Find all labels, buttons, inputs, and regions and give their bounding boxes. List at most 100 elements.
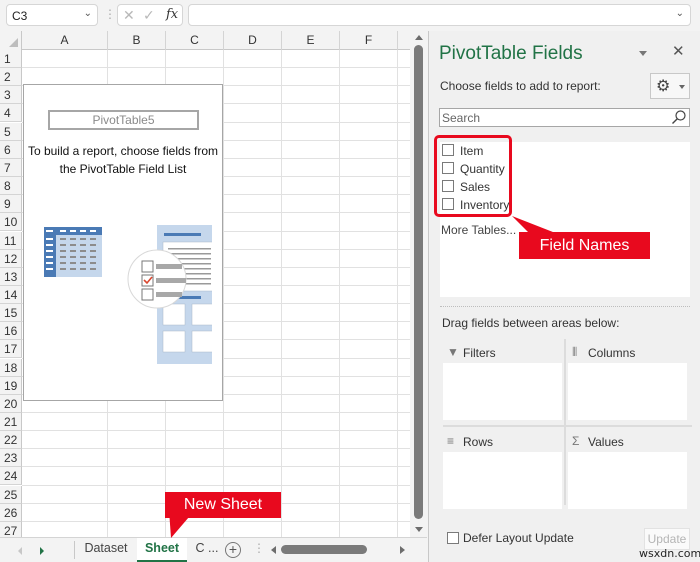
scroll-right-icon[interactable] xyxy=(400,546,405,554)
row-header[interactable]: 10 xyxy=(0,213,22,232)
row-header[interactable]: 14 xyxy=(0,285,22,304)
add-sheet-icon[interactable]: + xyxy=(225,542,241,558)
enter-check-icon[interactable]: ✓ xyxy=(143,7,155,24)
row-header[interactable]: 4 xyxy=(0,104,22,123)
gridline xyxy=(22,448,410,450)
row-header[interactable]: 24 xyxy=(0,467,22,486)
gridline xyxy=(397,50,398,537)
gridline xyxy=(223,50,224,537)
gridline xyxy=(22,484,410,486)
gridline xyxy=(22,430,410,432)
search-icon[interactable] xyxy=(671,109,687,125)
pivottable-fields-pane: PivotTable Fields ✕ Choose fields to add… xyxy=(428,31,700,562)
columns-drop-zone[interactable] xyxy=(568,363,687,420)
name-box[interactable]: C3 ⌄ xyxy=(6,4,98,26)
new-sheet-callout: New Sheet xyxy=(165,492,281,518)
insert-function-icon[interactable]: fx xyxy=(166,7,178,22)
divider xyxy=(440,306,690,307)
column-header[interactable]: A xyxy=(22,31,108,50)
formula-bar: C3 ⌄ ⋮ ✕ ✓ fx ⌄ xyxy=(0,0,700,31)
row-header[interactable]: 8 xyxy=(0,177,22,196)
horizontal-scroll-thumb[interactable] xyxy=(281,545,367,554)
rows-label: Rows xyxy=(463,435,494,449)
table-illustration-icon xyxy=(44,227,102,277)
row-header[interactable]: 15 xyxy=(0,304,22,323)
pivot-table-placeholder[interactable]: PivotTable5 To build a report, choose fi… xyxy=(23,84,223,401)
select-all-button[interactable] xyxy=(0,31,22,50)
cancel-icon[interactable]: ✕ xyxy=(123,7,135,24)
gridline xyxy=(22,67,410,69)
row-header[interactable]: 6 xyxy=(0,140,22,159)
vertical-scroll-thumb[interactable] xyxy=(414,45,423,519)
drag-fields-label: Drag fields between areas below: xyxy=(442,316,620,330)
scroll-up-icon[interactable] xyxy=(415,35,423,40)
gridline xyxy=(22,412,410,413)
excel-window: C3 ⌄ ⋮ ✕ ✓ fx ⌄ ABCDEF 1 2 3 4 5 6 7 8 9 10 11 12 13… xyxy=(0,0,700,562)
row-header[interactable]: 3 xyxy=(0,86,22,105)
field-names-highlight xyxy=(434,135,512,217)
column-header[interactable]: E xyxy=(282,31,340,50)
row-header[interactable]: 25 xyxy=(0,485,22,504)
chevron-down-icon[interactable]: ⌄ xyxy=(84,8,92,19)
row-header[interactable]: 21 xyxy=(0,413,22,431)
column-headers: ABCDEF xyxy=(0,31,410,50)
defer-checkbox[interactable] xyxy=(447,532,459,544)
name-box-value: C3 xyxy=(12,9,28,23)
pivot-instruction: To build a report, choose fields from th… xyxy=(24,142,222,178)
row-header[interactable]: 20 xyxy=(0,394,22,413)
pane-options-dropdown-icon[interactable] xyxy=(639,51,647,56)
row-header[interactable]: 17 xyxy=(0,340,22,359)
close-icon[interactable]: ✕ xyxy=(672,42,685,60)
formula-bar-grip-icon: ⋮ xyxy=(104,7,116,21)
select-all-icon xyxy=(9,38,18,47)
checklist-magnifier-icon xyxy=(127,249,187,309)
row-header[interactable]: 9 xyxy=(0,195,22,214)
watermark: wsxdn.com xyxy=(639,547,700,560)
pivot-table-name: PivotTable5 xyxy=(48,110,199,130)
sheet-tab-overflow[interactable]: C ... xyxy=(192,538,222,562)
column-header[interactable]: B xyxy=(108,31,166,50)
more-tables-link[interactable]: More Tables... xyxy=(441,223,516,237)
search-input[interactable]: Search xyxy=(439,108,690,127)
sheet-tab-sheet[interactable]: Sheet xyxy=(137,538,187,562)
gridline xyxy=(281,50,282,537)
row-header[interactable]: 18 xyxy=(0,358,22,377)
row-header[interactable]: 5 xyxy=(0,122,22,141)
sigma-icon: Σ xyxy=(572,434,580,448)
area-divider-vertical xyxy=(564,339,566,505)
previous-sheet-icon[interactable] xyxy=(18,547,22,555)
next-sheet-icon[interactable] xyxy=(40,547,44,555)
sheet-tab-dataset[interactable]: Dataset xyxy=(76,538,136,562)
row-header[interactable]: 12 xyxy=(0,249,22,268)
values-drop-zone[interactable] xyxy=(568,452,687,509)
chevron-down-icon xyxy=(679,85,685,89)
gear-icon: ⚙ xyxy=(656,78,671,95)
row-header[interactable]: 16 xyxy=(0,322,22,341)
row-header[interactable]: 2 xyxy=(0,68,22,87)
row-header[interactable]: 23 xyxy=(0,449,22,468)
column-header[interactable]: C xyxy=(166,31,224,50)
rows-drop-zone[interactable] xyxy=(443,452,562,509)
filters-drop-zone[interactable] xyxy=(443,363,562,420)
row-header[interactable]: 7 xyxy=(0,158,22,177)
row-header[interactable]: 22 xyxy=(0,431,22,450)
row-header[interactable]: 11 xyxy=(0,231,22,250)
row-header[interactable]: 27 xyxy=(0,521,22,537)
tools-button[interactable]: ⚙ xyxy=(650,73,690,99)
row-header[interactable]: 26 xyxy=(0,503,22,522)
column-header[interactable]: D xyxy=(224,31,282,50)
scroll-down-icon[interactable] xyxy=(415,527,423,532)
columns-label: Columns xyxy=(588,346,636,360)
tab-divider xyxy=(74,541,75,559)
formula-buttons: ✕ ✓ fx xyxy=(117,4,183,26)
vertical-scrollbar[interactable] xyxy=(410,31,427,537)
formula-input[interactable]: ⌄ xyxy=(188,4,691,26)
row-header[interactable]: 13 xyxy=(0,267,22,286)
scroll-left-icon[interactable] xyxy=(271,546,276,554)
row-header[interactable]: 19 xyxy=(0,376,22,395)
expand-formula-bar-icon[interactable]: ⌄ xyxy=(676,8,684,19)
field-names-callout: Field Names xyxy=(519,232,650,259)
column-header[interactable]: F xyxy=(340,31,398,50)
tab-splitter-icon[interactable]: ⋮ xyxy=(253,541,265,555)
row-header[interactable]: 1 xyxy=(0,50,22,68)
